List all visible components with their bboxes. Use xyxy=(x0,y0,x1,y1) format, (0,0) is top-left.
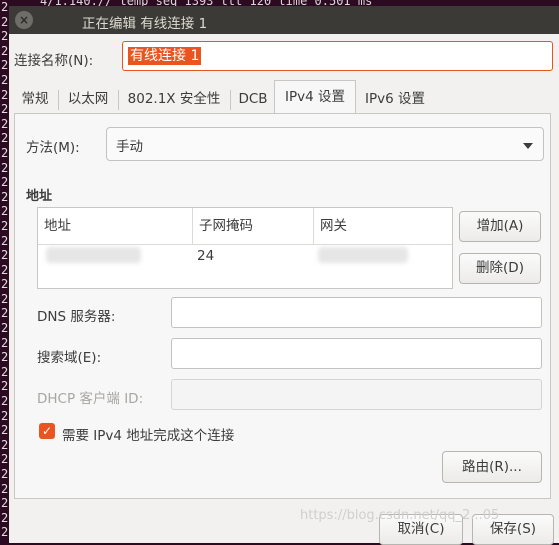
watermark-text: https://blog.csdn.net/qq_2...05 xyxy=(300,508,500,523)
routes-button[interactable]: 路由(R)... xyxy=(442,451,542,483)
tab-general[interactable]: 常规 xyxy=(14,86,56,113)
address-cell-redacted xyxy=(46,247,141,263)
column-header-gateway[interactable]: 网关 xyxy=(314,208,452,244)
search-domains-input[interactable] xyxy=(171,338,542,369)
chevron-down-icon xyxy=(523,143,533,149)
tab-divider xyxy=(118,90,119,110)
tab-ipv6-settings[interactable]: IPv6 设置 xyxy=(358,86,432,113)
connection-name-value: 有线连接 1 xyxy=(128,47,202,65)
column-header-address[interactable]: 地址 xyxy=(38,208,192,244)
addresses-section-label: 地址 xyxy=(26,189,53,204)
window-title: 正在编辑 有线连接 1 xyxy=(82,16,208,32)
edit-connection-dialog: × 正在编辑 有线连接 1 连接名称(N): 有线连接 1 常规 以太网 802… xyxy=(9,6,559,545)
method-label: 方法(M): xyxy=(26,140,80,156)
delete-address-button[interactable]: 删除(D) xyxy=(459,253,541,284)
tab-8021x-security[interactable]: 802.1X 安全性 xyxy=(120,86,228,113)
dns-servers-input[interactable] xyxy=(171,297,542,328)
dhcp-client-id-label: DHCP 客户端 ID: xyxy=(37,391,144,407)
tab-dcb[interactable]: DCB xyxy=(232,86,274,113)
method-dropdown[interactable]: 手动 xyxy=(106,127,544,161)
column-header-netmask[interactable]: 子网掩码 xyxy=(193,208,313,244)
table-header-divider xyxy=(38,244,452,245)
search-domains-label: 搜索域(E): xyxy=(37,350,102,366)
method-value: 手动 xyxy=(116,139,143,155)
require-ipv4-checkbox[interactable]: ✓ xyxy=(39,423,55,439)
dns-servers-label: DNS 服务器: xyxy=(37,309,116,325)
gateway-cell-redacted xyxy=(318,247,408,263)
netmask-cell: 24 xyxy=(197,248,215,264)
connection-name-input[interactable]: 有线连接 1 xyxy=(122,41,553,71)
close-icon[interactable]: × xyxy=(15,11,33,29)
connection-name-label: 连接名称(N): xyxy=(14,53,94,69)
add-address-button[interactable]: 增加(A) xyxy=(459,211,541,242)
title-bar: × 正在编辑 有线连接 1 xyxy=(9,6,559,34)
require-ipv4-label[interactable]: 需要 IPv4 地址完成这个连接 xyxy=(62,424,234,444)
tab-ethernet[interactable]: 以太网 xyxy=(60,86,116,113)
tab-ipv4-settings[interactable]: IPv4 设置 xyxy=(274,80,356,113)
tab-divider xyxy=(58,90,59,110)
tab-divider xyxy=(230,90,231,110)
dhcp-client-id-input xyxy=(171,379,542,410)
addresses-table: 地址 子网掩码 网关 24 xyxy=(37,207,453,289)
